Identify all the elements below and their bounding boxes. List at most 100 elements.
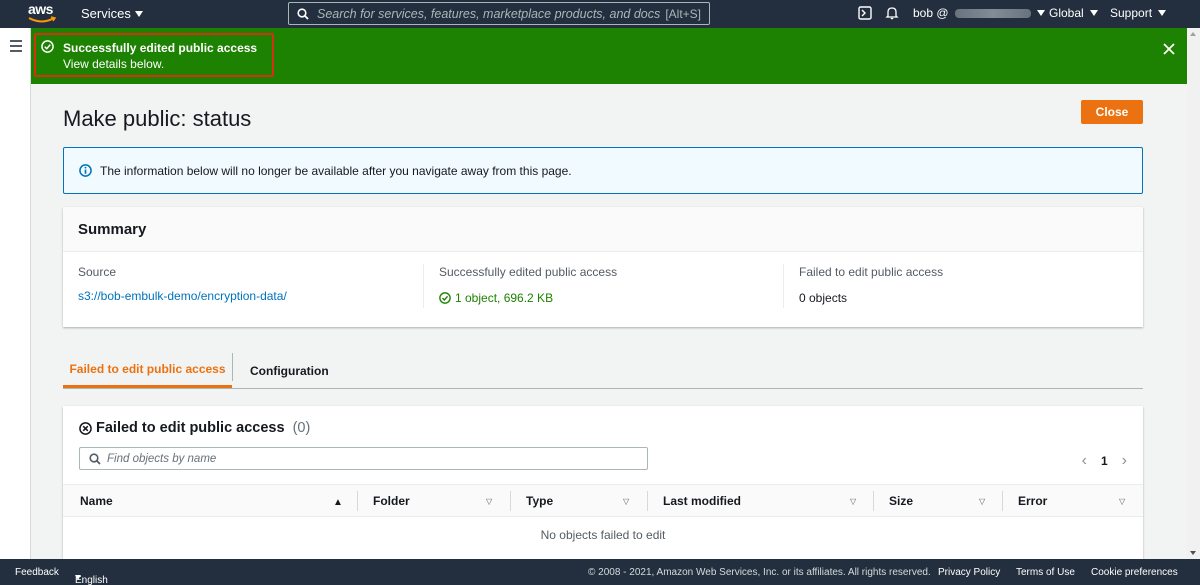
next-page-icon[interactable]: › (1122, 452, 1127, 470)
console-footer: Feedback English (US) © 2008 - 2021, Ama… (0, 559, 1200, 585)
find-objects-input[interactable]: Find objects by name (79, 447, 648, 470)
caret-down-icon (1089, 10, 1098, 16)
source-column: Source s3://bob-embulk-demo/encryption-d… (78, 265, 423, 303)
caret-down-icon (134, 10, 143, 17)
top-navigation-bar: aws Services Search for services, featur… (0, 0, 1200, 28)
page-number-button[interactable]: 1 (1101, 454, 1108, 468)
tab-label: Configuration (250, 363, 329, 378)
menu-icon[interactable] (10, 40, 22, 55)
tab-label: Failed to edit public access (69, 362, 226, 376)
aws-logo[interactable]: aws (28, 2, 58, 26)
column-resizer[interactable] (1002, 491, 1003, 511)
cloudshell-icon (858, 6, 872, 20)
flash-subtitle: View details below. (63, 57, 165, 71)
redacted-account-id (954, 8, 1031, 18)
caret-down-icon (1158, 10, 1167, 16)
column-divider (783, 264, 784, 308)
search-icon (89, 452, 101, 465)
success-status: 1 object, 696.2 KB (439, 291, 784, 305)
close-icon (1163, 43, 1175, 55)
column-header-error[interactable]: Error (1018, 494, 1047, 508)
previous-page-icon[interactable]: ‹ (1082, 452, 1087, 470)
caret-down-icon (1036, 10, 1045, 16)
dismiss-flash-button[interactable] (1163, 40, 1175, 58)
failed-value: 0 objects (799, 291, 848, 305)
column-header-size[interactable]: Size (889, 494, 913, 508)
privacy-policy-link[interactable]: Privacy Policy (938, 567, 1000, 578)
column-header-folder[interactable]: Folder (373, 494, 410, 508)
aws-smile-icon (28, 16, 56, 23)
summary-title: Summary (63, 207, 1143, 252)
account-menu-button[interactable]: bob @ (913, 6, 1045, 20)
services-menu-button[interactable]: Services (81, 6, 143, 21)
find-objects-placeholder: Find objects by name (107, 452, 217, 465)
info-alert-text: The information below will no longer be … (100, 163, 572, 178)
aws-logo-text: aws (28, 1, 53, 17)
copyright-text: © 2008 - 2021, Amazon Web Services, Inc.… (588, 567, 931, 578)
tab-failed-to-edit[interactable]: Failed to edit public access (63, 353, 232, 388)
success-label: Successfully edited public access (439, 265, 618, 279)
column-header-name[interactable]: Name (80, 494, 113, 508)
check-circle-icon (41, 40, 54, 53)
sort-icon[interactable]: ▽ (1119, 497, 1125, 506)
tab-list: Failed to edit public access Configurati… (63, 353, 1143, 389)
search-icon (297, 7, 309, 20)
global-search-input[interactable]: Search for services, features, marketpla… (288, 2, 710, 25)
column-divider (423, 264, 424, 308)
services-label: Services (81, 6, 131, 21)
table-header: Failed to edit public access (0) (79, 420, 310, 436)
region-label: Global (1049, 6, 1084, 20)
success-flashbar: Successfully edited public access View d… (31, 28, 1187, 84)
sort-icon[interactable]: ▽ (850, 497, 856, 506)
notifications-button[interactable] (885, 6, 899, 20)
search-placeholder: Search for services, features, marketpla… (317, 6, 661, 21)
table-title: Failed to edit public access (96, 420, 285, 436)
bell-icon (885, 7, 899, 20)
page-title: Make public: status (63, 106, 252, 131)
caret-down-icon (75, 575, 81, 580)
column-header-last-modified[interactable]: Last modified (663, 494, 741, 508)
side-navigation-collapsed (0, 28, 31, 559)
sort-icon[interactable]: ▽ (623, 497, 629, 506)
column-resizer[interactable] (510, 491, 511, 511)
close-button[interactable]: Close (1081, 100, 1143, 124)
tab-divider (232, 353, 233, 381)
sort-ascending-icon[interactable]: ▲ (333, 497, 343, 508)
feedback-link[interactable]: Feedback (15, 567, 59, 578)
tab-configuration[interactable]: Configuration (250, 353, 329, 388)
failed-column: Failed to edit public access 0 objects (799, 265, 1144, 305)
scroll-up-arrow-icon[interactable] (1190, 32, 1196, 36)
cloudshell-button[interactable] (858, 6, 872, 20)
sort-icon[interactable]: ▽ (979, 497, 985, 506)
flash-title: Successfully edited public access (63, 41, 258, 55)
sort-icon[interactable]: ▽ (486, 497, 492, 506)
check-circle-icon (439, 292, 451, 304)
success-column: Successfully edited public access 1 obje… (439, 265, 784, 305)
error-circle-icon (79, 421, 92, 435)
source-link[interactable]: s3://bob-embulk-demo/encryption-data/ (78, 289, 423, 303)
table-header-row: Name ▲ Folder ▽ Type ▽ Last modified ▽ S… (63, 484, 1143, 517)
info-alert: The information below will no longer be … (63, 147, 1143, 194)
scroll-down-arrow-icon[interactable] (1190, 551, 1196, 555)
column-header-type[interactable]: Type (526, 494, 553, 508)
vertical-scrollbar[interactable] (1187, 28, 1200, 559)
table-count: (0) (292, 420, 311, 436)
source-label: Source (78, 265, 117, 279)
column-resizer[interactable] (647, 491, 648, 511)
summary-container: Summary Source s3://bob-embulk-demo/encr… (63, 207, 1143, 327)
success-value: 1 object, 696.2 KB (455, 291, 554, 305)
region-menu-button[interactable]: Global (1049, 6, 1098, 20)
column-resizer[interactable] (357, 491, 358, 511)
cookie-preferences-link[interactable]: Cookie preferences (1091, 567, 1178, 578)
search-shortcut-hint: [Alt+S] (665, 6, 701, 21)
failed-objects-table: Failed to edit public access (0) Find ob… (63, 406, 1143, 559)
pagination: ‹ 1 › (1082, 452, 1127, 470)
column-resizer[interactable] (873, 491, 874, 511)
support-menu-button[interactable]: Support (1110, 6, 1167, 20)
account-label: bob @ (913, 6, 949, 20)
empty-table-message: No objects failed to edit (540, 528, 666, 542)
terms-of-use-link[interactable]: Terms of Use (1016, 567, 1075, 578)
info-icon (79, 164, 92, 177)
support-label: Support (1110, 6, 1153, 20)
failed-label: Failed to edit public access (799, 265, 944, 279)
